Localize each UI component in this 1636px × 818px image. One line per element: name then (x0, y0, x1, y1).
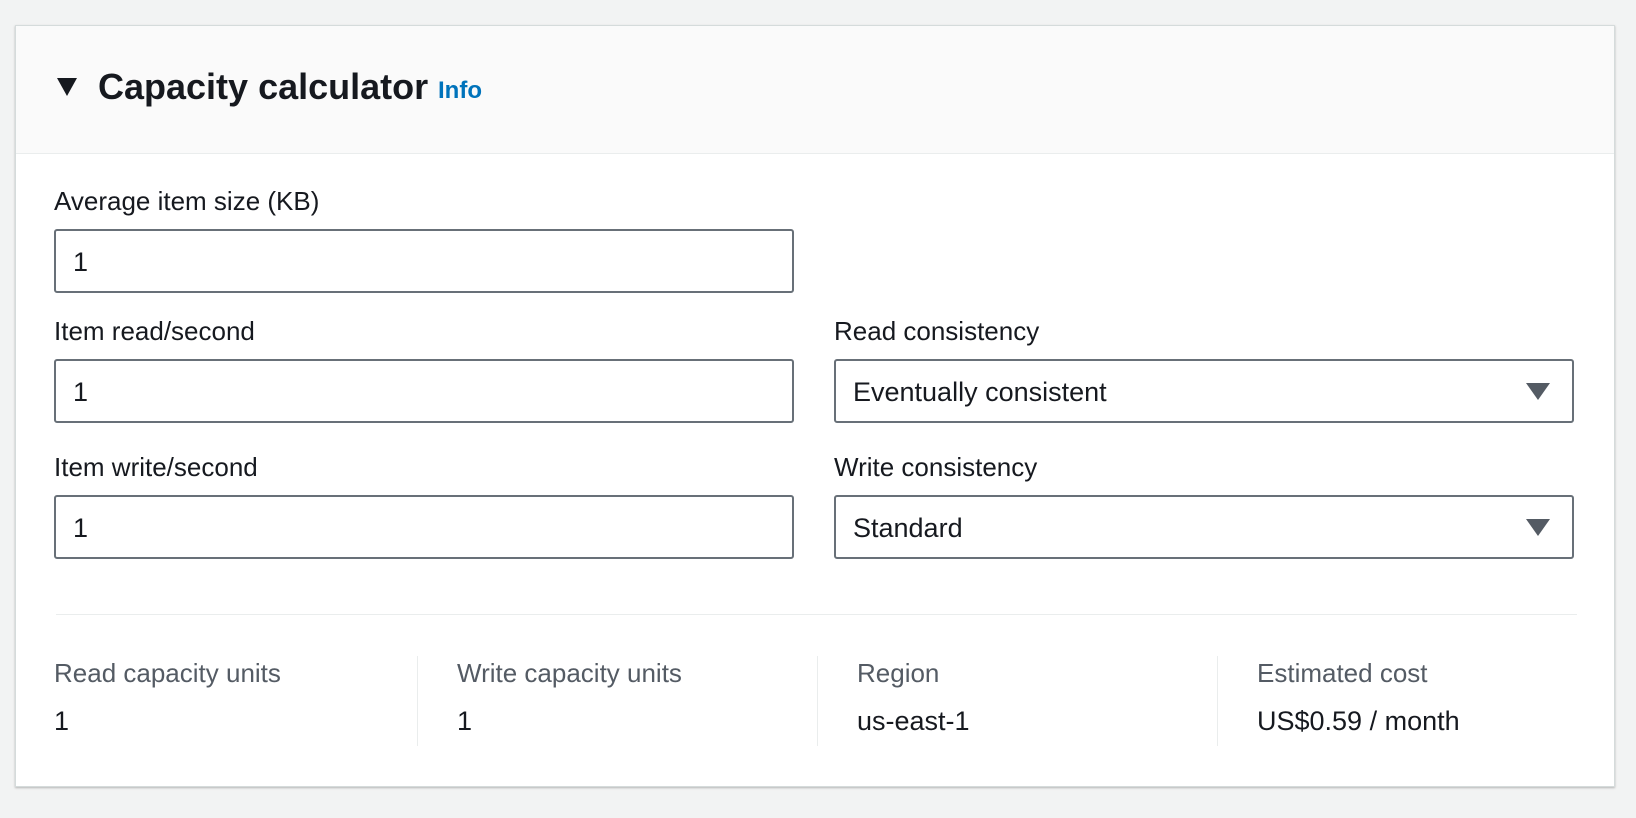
item-read-value: 1 (73, 377, 89, 407)
write-consistency-selected: Standard (853, 513, 963, 543)
read-consistency-selected: Eventually consistent (853, 377, 1107, 407)
read-consistency-select[interactable]: Eventually consistent (834, 359, 1574, 423)
item-read-input[interactable]: 1 (54, 359, 794, 423)
summary-value: us-east-1 (857, 706, 970, 736)
summary-label: Write capacity units (457, 658, 682, 688)
caret-down-icon (1526, 383, 1550, 400)
section-divider (56, 614, 1577, 615)
summary-separator (817, 656, 818, 746)
panel-header[interactable]: Capacity calculator Info (16, 26, 1614, 154)
avg-item-size-label: Average item size (KB) (54, 186, 320, 216)
avg-item-size-value: 1 (73, 247, 89, 277)
summary-label: Read capacity units (54, 658, 281, 688)
item-read-label: Item read/second (54, 316, 255, 346)
capacity-calculator-panel: Capacity calculator Info Average item si… (15, 25, 1615, 787)
summary-label: Region (857, 658, 940, 688)
summary-separator (417, 656, 418, 746)
summary-separator (1217, 656, 1218, 746)
avg-item-size-input[interactable]: 1 (54, 229, 794, 293)
read-consistency-label: Read consistency (834, 316, 1040, 346)
caret-down-icon[interactable] (57, 78, 77, 96)
summary-label: Estimated cost (1257, 658, 1428, 688)
info-link[interactable]: Info (438, 76, 482, 106)
summary-value: US$0.59 / month (1257, 706, 1460, 736)
panel-title: Capacity calculator (98, 66, 429, 107)
item-write-value: 1 (73, 513, 89, 543)
summary-value: 1 (54, 706, 70, 736)
item-write-input[interactable]: 1 (54, 495, 794, 559)
write-consistency-select[interactable]: Standard (834, 495, 1574, 559)
item-write-label: Item write/second (54, 452, 258, 482)
summary-value: 1 (457, 706, 473, 736)
caret-down-icon (1526, 519, 1550, 536)
write-consistency-label: Write consistency (834, 452, 1038, 482)
